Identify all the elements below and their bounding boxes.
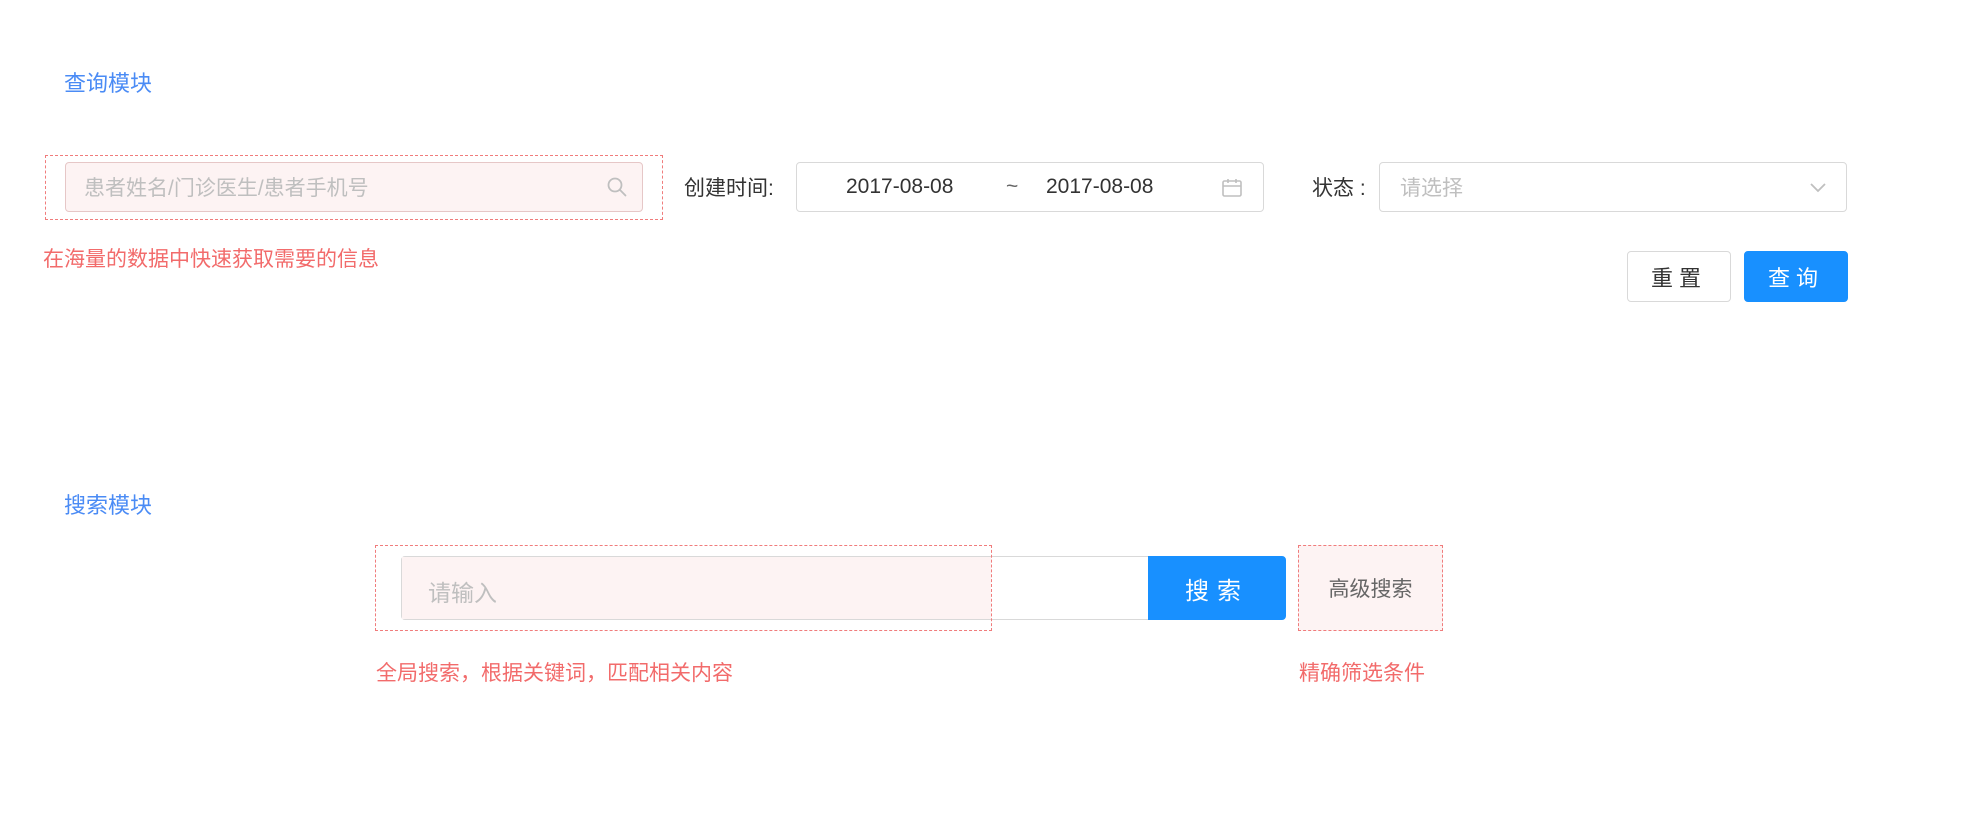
advanced-search-label: 高级搜索 <box>1328 578 1413 601</box>
chevron-down-icon[interactable] <box>1808 177 1828 197</box>
patient-search-placeholder: 患者姓名/门诊医生/患者手机号 <box>84 177 369 200</box>
search-module-title: 搜索模块 <box>64 493 153 518</box>
search-icon[interactable] <box>606 176 628 198</box>
reset-button[interactable]: 重置 <box>1627 251 1731 302</box>
calendar-icon[interactable] <box>1221 177 1243 199</box>
status-select[interactable]: 请选择 <box>1379 162 1847 212</box>
advanced-search-link[interactable]: 高级搜索 <box>1298 545 1443 631</box>
query-annotation: 在海量的数据中快速获取需要的信息 <box>43 248 379 271</box>
global-search-placeholder: 请输入 <box>428 580 497 606</box>
date-range-separator: ~ <box>1006 175 1019 198</box>
search-button[interactable]: 搜索 <box>1148 556 1286 620</box>
query-module-title: 查询模块 <box>64 71 153 96</box>
global-search-annotation: 全局搜索，根据关键词，匹配相关内容 <box>376 662 733 685</box>
status-select-placeholder: 请选择 <box>1400 177 1463 200</box>
advanced-search-annotation: 精确筛选条件 <box>1299 662 1425 685</box>
patient-search-field[interactable]: 患者姓名/门诊医生/患者手机号 <box>65 162 643 212</box>
date-range-end[interactable]: 2017-08-08 <box>1046 175 1153 199</box>
status-label: 状态 : <box>1312 177 1366 200</box>
date-range-start[interactable]: 2017-08-08 <box>846 175 953 199</box>
created-time-label: 创建时间: <box>684 177 774 200</box>
date-range-picker[interactable]: 2017-08-08 ~ 2017-08-08 <box>796 162 1264 212</box>
query-button[interactable]: 查询 <box>1744 251 1848 302</box>
